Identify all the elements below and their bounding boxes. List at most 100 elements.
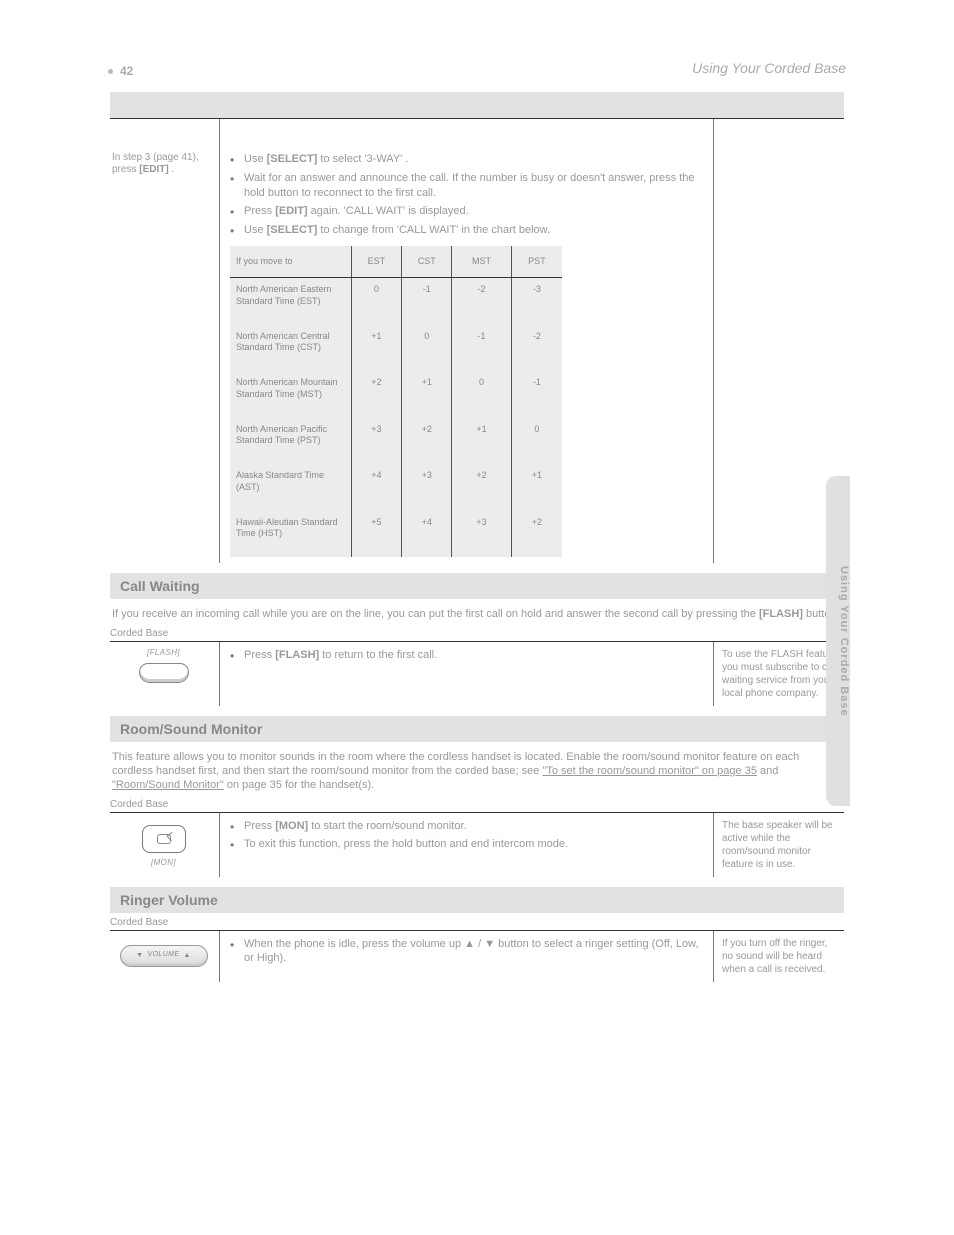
cell-press: [FLASH] xyxy=(110,642,220,706)
table-row: Alaska Standard Time (AST) +4 +3 +2 +1 xyxy=(230,464,562,511)
button-ref: [MON] xyxy=(275,820,308,832)
col-cst: CST xyxy=(402,246,452,277)
table-row: North American Mountain Standard Time (M… xyxy=(230,371,562,418)
text: Press xyxy=(244,205,275,217)
section-bar-call-waiting: Call Waiting xyxy=(110,573,844,599)
table-caption: Corded Base xyxy=(110,799,844,810)
cell: North American Mountain Standard Time (M… xyxy=(230,371,352,418)
triangle-up-icon: ▲ xyxy=(183,952,190,959)
cell: -1 xyxy=(512,371,562,418)
text: Use xyxy=(244,224,267,236)
list-item: Use [SELECT] to select '3-WAY' . xyxy=(230,152,707,167)
section-bar-volume: Ringer Volume xyxy=(110,887,844,913)
section-intro: If you receive an incoming call while yo… xyxy=(112,607,842,621)
margin-dot-icon xyxy=(108,69,113,74)
bullet-list: Use [SELECT] to select '3-WAY' . Wait fo… xyxy=(230,152,707,238)
table-row: In step 3 (page 41), press [EDIT] . Use … xyxy=(110,146,844,563)
cell: -1 xyxy=(402,278,452,325)
cell-instruction: When the phone is idle, press the volume… xyxy=(220,931,714,982)
cell: 0 xyxy=(452,371,511,418)
bullet-list: When the phone is idle, press the volume… xyxy=(230,937,707,967)
option-ref: 'CALL WAIT' xyxy=(344,205,405,217)
cell: -3 xyxy=(512,278,562,325)
text: to change from xyxy=(320,224,396,236)
cell-press: ▼ VOLUME ▲ xyxy=(110,931,220,982)
text: to select xyxy=(320,153,364,165)
col-note xyxy=(714,119,844,146)
text: Press xyxy=(244,820,275,832)
list-item: Press [EDIT] again. 'CALL WAIT' is displ… xyxy=(230,204,707,219)
cell-instruction: Press [FLASH] to return to the first cal… xyxy=(220,642,714,706)
cell: +4 xyxy=(402,511,452,558)
cell: +1 xyxy=(512,464,562,511)
mon-button-icon: [MON] xyxy=(112,819,215,868)
cell: -2 xyxy=(512,325,562,372)
bullet-list: Press [FLASH] to return to the first cal… xyxy=(230,648,707,663)
table-row: ▼ VOLUME ▲ When the phone is idle, press… xyxy=(110,930,844,982)
cell: +5 xyxy=(352,511,402,558)
cell: +3 xyxy=(452,511,511,558)
cell-instruction: Press [MON] to start the room/sound moni… xyxy=(220,813,714,877)
cell: 0 xyxy=(512,418,562,465)
cell: North American Eastern Standard Time (ES… xyxy=(230,278,352,325)
table-row: North American Pacific Standard Time (PS… xyxy=(230,418,562,465)
cell: +3 xyxy=(352,418,402,465)
option-ref: 'CALL WAIT' xyxy=(397,224,458,236)
flash-button-label: [FLASH] xyxy=(112,648,215,658)
text: To exit this function, press the hold bu… xyxy=(244,838,568,850)
cell: North American Pacific Standard Time (PS… xyxy=(230,418,352,465)
cell: North American Central Standard Time (CS… xyxy=(230,325,352,372)
cross-ref-link[interactable]: "Room/Sound Monitor" xyxy=(112,779,224,791)
cell-instruction: Use [SELECT] to select '3-WAY' . Wait fo… xyxy=(220,146,714,563)
cell-note: To use the FLASH feature, you must subsc… xyxy=(714,642,844,706)
volume-button-label: VOLUME xyxy=(148,951,180,960)
col-est: EST xyxy=(352,246,402,277)
table-row: [FLASH] Press [FLASH] to return to the f… xyxy=(110,641,844,706)
cell-note: The base speaker will be active while th… xyxy=(714,813,844,877)
table-row: [MON] Press [MON] to start the room/soun… xyxy=(110,812,844,877)
text: . xyxy=(405,153,408,165)
section-bar-monitor: Room/Sound Monitor xyxy=(110,716,844,742)
text: and xyxy=(760,765,778,777)
cell: +2 xyxy=(352,371,402,418)
col-region: If you move to xyxy=(230,246,352,277)
text: . xyxy=(171,164,174,175)
table-row: North American Eastern Standard Time (ES… xyxy=(230,278,562,325)
text: If you receive an incoming call while yo… xyxy=(112,608,759,620)
cell: +1 xyxy=(352,325,402,372)
list-item: Press [MON] to start the room/sound moni… xyxy=(230,819,707,834)
table-caption: Corded Base xyxy=(110,628,844,639)
text: Press xyxy=(244,649,275,661)
cell: 0 xyxy=(352,278,402,325)
cell-note xyxy=(714,146,844,563)
text: to return to the first call. xyxy=(322,649,437,661)
cell: +3 xyxy=(402,464,452,511)
col-mst: MST xyxy=(452,246,511,277)
cell: +2 xyxy=(402,418,452,465)
table-row: North American Central Standard Time (CS… xyxy=(230,325,562,372)
cell-press: [MON] xyxy=(110,813,220,877)
triangle-down-icon: ▼ xyxy=(136,952,143,959)
cell: +4 xyxy=(352,464,402,511)
list-item: Press [FLASH] to return to the first cal… xyxy=(230,648,707,663)
list-item: When the phone is idle, press the volume… xyxy=(230,937,707,967)
timezone-table: If you move to EST CST MST PST North Ame… xyxy=(230,246,562,557)
text: Wait for an answer and announce the call… xyxy=(244,172,695,199)
text: Use xyxy=(244,153,267,165)
bullet-list: Press [MON] to start the room/sound moni… xyxy=(230,819,707,853)
text: When the phone is idle, press the volume… xyxy=(244,938,464,950)
mon-button-label: [MON] xyxy=(112,858,215,868)
col-pst: PST xyxy=(512,246,562,277)
section-bar-continued xyxy=(110,92,844,118)
cross-ref-link[interactable]: "To set the room/sound monitor" on page … xyxy=(542,765,757,777)
text: is displayed. xyxy=(408,205,469,217)
section-intro: This feature allows you to monitor sound… xyxy=(112,750,842,793)
button-ref: [SELECT] xyxy=(267,153,318,165)
table-row: Hawaii-Aleutian Standard Time (HST) +5 +… xyxy=(230,511,562,558)
button-ref: [EDIT] xyxy=(139,164,168,175)
col-press xyxy=(110,119,220,146)
cell-note: If you turn off the ringer, no sound wil… xyxy=(714,931,844,982)
cell: 0 xyxy=(402,325,452,372)
page: 42 Using Your Corded Base Using Your Cor… xyxy=(0,0,954,1235)
text: again. xyxy=(311,205,344,217)
